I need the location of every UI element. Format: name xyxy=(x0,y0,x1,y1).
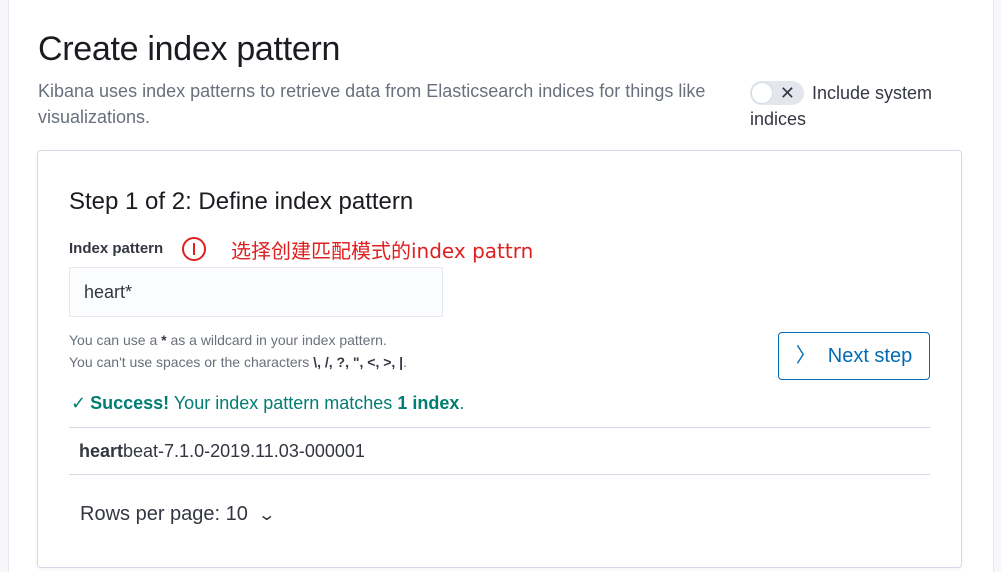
switch-knob xyxy=(751,82,773,104)
define-index-pattern-card: Step 1 of 2: Define index pattern Index … xyxy=(37,150,962,568)
include-system-indices-label: Include system xyxy=(812,83,933,103)
include-system-indices-switch[interactable]: ✕ xyxy=(750,81,804,105)
rows-per-page-label: Rows per page: 10 xyxy=(80,503,248,525)
chevron-down-icon: ⌄ xyxy=(257,507,276,524)
help-line2-suffix: . xyxy=(403,354,407,370)
index-name-match: heart xyxy=(79,441,124,461)
success-end: . xyxy=(459,393,465,413)
success-bold: Success! xyxy=(90,393,170,413)
index-pattern-input[interactable] xyxy=(69,267,443,317)
page-description: Kibana uses index patterns to retrieve d… xyxy=(38,81,706,127)
step-title: Step 1 of 2: Define index pattern xyxy=(69,188,414,215)
success-count: 1 index xyxy=(397,393,460,413)
check-icon: ✓ xyxy=(71,393,87,413)
include-system-indices-label-line2: indices xyxy=(750,109,807,129)
table-row: heartbeat-7.1.0-2019.11.03-000001 xyxy=(69,428,930,474)
annotation-number-one-icon xyxy=(182,237,206,261)
index-pattern-label: Index pattern xyxy=(69,240,164,257)
index-name-rest: beat-7.1.0-2019.11.03-000001 xyxy=(123,441,365,461)
rows-per-page-selector[interactable]: Rows per page: 10 ⌄ xyxy=(80,503,276,526)
help-line2-prefix: You can't use spaces or the characters xyxy=(69,354,314,370)
help-line1-suffix: as a wildcard in your index pattern. xyxy=(166,332,387,348)
page-title: Create index pattern xyxy=(38,30,341,68)
next-step-button[interactable]: 〉 Next step xyxy=(778,332,930,380)
help-forbidden-chars: \, /, ?, ", <, >, | xyxy=(313,354,404,370)
close-icon: ✕ xyxy=(779,83,795,103)
help-line1-prefix: You can use a xyxy=(69,332,162,348)
include-system-indices-toggle-group: ✕ Include system indices xyxy=(750,80,970,132)
success-text: Your index pattern matches xyxy=(169,393,398,413)
annotation-text: 选择创建匹配模式的index pattrn xyxy=(231,239,534,263)
matched-indices-table: heartbeat-7.1.0-2019.11.03-000001 xyxy=(69,427,930,475)
chevron-right-icon: 〉 xyxy=(795,345,816,367)
next-step-label: Next step xyxy=(827,344,913,367)
success-message: ✓ Success! Your index pattern matches 1 i… xyxy=(71,393,464,414)
index-pattern-help: You can use a * as a wildcard in your in… xyxy=(69,329,407,373)
